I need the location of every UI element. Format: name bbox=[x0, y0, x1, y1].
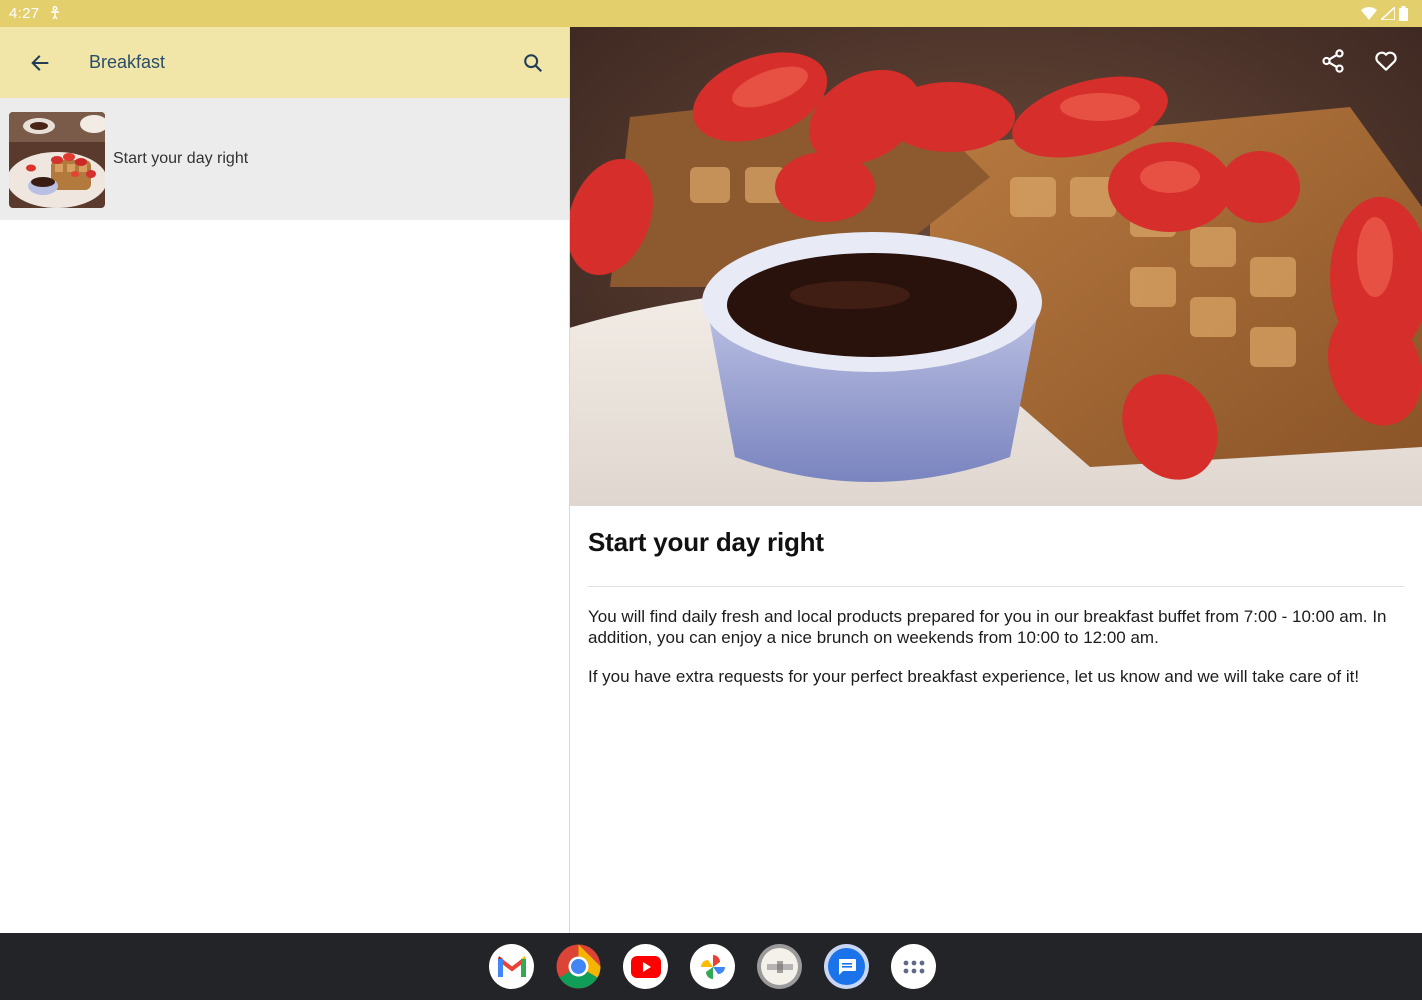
detail-title: Start your day right bbox=[588, 527, 824, 557]
chrome-icon[interactable] bbox=[556, 944, 601, 989]
app-drawer-icon[interactable] bbox=[891, 944, 936, 989]
gmail-icon[interactable] bbox=[489, 944, 534, 989]
detail-paragraph: You will find daily fresh and local prod… bbox=[588, 607, 1387, 647]
list-item-thumbnail bbox=[9, 112, 105, 208]
system-icons bbox=[1361, 5, 1408, 26]
arrow-back-icon bbox=[31, 55, 49, 71]
search-icon bbox=[524, 54, 543, 73]
list-item-label: Start your day right bbox=[113, 150, 249, 167]
search-button[interactable] bbox=[519, 49, 547, 77]
detail-divider bbox=[588, 586, 1404, 587]
app-bar: Breakfast bbox=[0, 27, 569, 98]
share-button[interactable] bbox=[1320, 48, 1348, 76]
heart-outline-icon bbox=[1375, 51, 1397, 71]
list-item[interactable]: Start your day right bbox=[0, 98, 569, 220]
youtube-icon[interactable] bbox=[623, 944, 668, 989]
hero-image bbox=[570, 27, 1422, 506]
list-pane: Breakfast Start your day right bbox=[0, 27, 569, 933]
wifi-icon bbox=[1361, 7, 1377, 25]
photos-icon[interactable] bbox=[690, 944, 735, 989]
battery-icon bbox=[1399, 6, 1408, 26]
detail-pane: Start your day right You will find daily… bbox=[570, 27, 1422, 933]
back-button[interactable] bbox=[26, 49, 54, 77]
share-icon bbox=[1322, 49, 1344, 73]
page-title: Breakfast bbox=[89, 52, 166, 72]
accessibility-icon bbox=[49, 6, 61, 25]
status-time: 4:27 bbox=[9, 5, 40, 22]
signal-icon bbox=[1378, 5, 1396, 25]
app-icon[interactable] bbox=[757, 944, 802, 989]
detail-paragraph: If you have extra requests for your perf… bbox=[588, 667, 1360, 686]
taskbar bbox=[0, 933, 1422, 1000]
messages-icon[interactable] bbox=[824, 944, 869, 989]
app-dock bbox=[489, 944, 936, 989]
status-bar: 4:27 bbox=[0, 0, 1422, 27]
favorite-button[interactable] bbox=[1373, 48, 1401, 76]
